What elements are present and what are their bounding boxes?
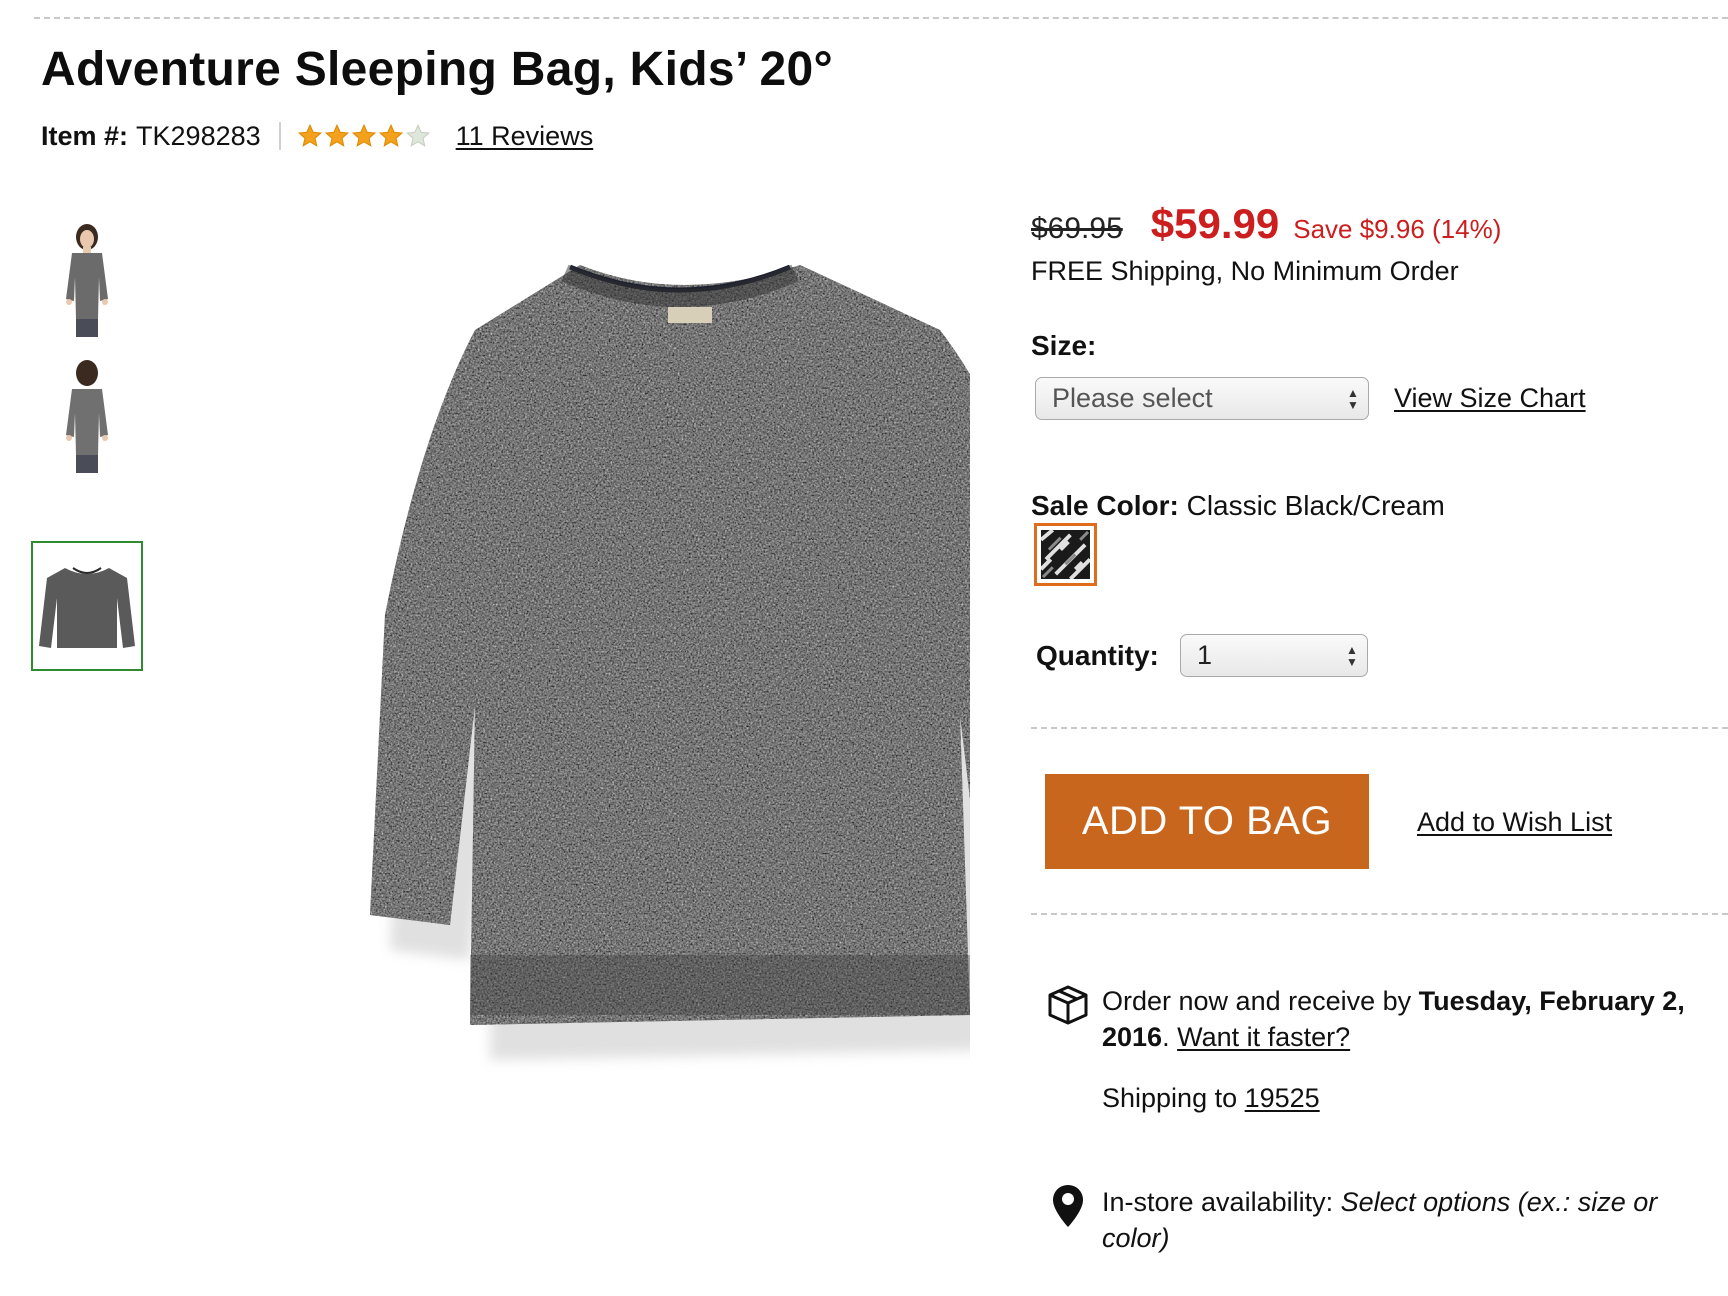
- reviews-link[interactable]: 11 Reviews: [456, 121, 594, 152]
- price-row: $69.95 $59.99 Save $9.96 (14%): [1031, 200, 1501, 248]
- sale-color-label: Sale Color:: [1031, 490, 1179, 521]
- package-box-icon: [1048, 985, 1088, 1025]
- star-filled-icon: [324, 123, 349, 147]
- swatch-pattern-image: [1041, 530, 1090, 579]
- shipping-to-label: Shipping to: [1102, 1083, 1245, 1113]
- divider-line: [1031, 727, 1728, 729]
- divider-line: [1031, 913, 1728, 915]
- select-arrows-icon: ▲ ▼: [1346, 642, 1358, 669]
- select-arrows-icon: ▲ ▼: [1347, 385, 1359, 412]
- sale-color-value: Classic Black/Cream: [1186, 490, 1445, 521]
- model-front-image: [66, 224, 108, 337]
- in-store-availability: In-store availability: Select options (e…: [1102, 1184, 1722, 1256]
- model-back-image: [66, 360, 108, 473]
- savings-text: Save $9.96 (14%): [1293, 214, 1502, 244]
- product-title: Adventure Sleeping Bag, Kids’ 20°: [41, 43, 833, 96]
- size-select[interactable]: Please select ▲ ▼: [1035, 377, 1369, 420]
- thumbnail-flat-sweater[interactable]: [31, 541, 143, 671]
- thumbnail-front-view[interactable]: [31, 214, 143, 346]
- star-rating[interactable]: [297, 123, 432, 149]
- location-pin-icon: [1053, 1185, 1083, 1227]
- delivery-prefix: Order now and receive by: [1102, 986, 1419, 1016]
- star-empty-icon: [405, 123, 430, 147]
- item-number-label: Item #:: [41, 120, 129, 151]
- size-select-value: Please select: [1052, 383, 1213, 413]
- star-filled-icon: [297, 123, 322, 147]
- quantity-select-value: 1: [1197, 640, 1213, 670]
- sweater-image: [370, 264, 1090, 1060]
- top-divider: [34, 17, 1728, 19]
- delivery-suffix: .: [1162, 1022, 1178, 1052]
- want-it-faster-link[interactable]: Want it faster?: [1177, 1022, 1350, 1052]
- shipping-to: Shipping to 19525: [1102, 1083, 1320, 1114]
- item-number: TK298283: [136, 120, 261, 151]
- original-price: $69.95: [1031, 212, 1123, 245]
- delivery-text: Order now and receive by Tuesday, Februa…: [1102, 983, 1722, 1055]
- sale-color-row: Sale Color: Classic Black/Cream: [1031, 490, 1445, 522]
- sweater-thumb-image: [39, 567, 135, 648]
- thumbnail-back-view[interactable]: [31, 350, 143, 482]
- product-meta-row: Item #: TK298283 11 Reviews: [41, 118, 593, 154]
- meta-divider: [278, 122, 281, 150]
- zip-code-link[interactable]: 19525: [1245, 1083, 1320, 1113]
- add-to-wish-list-link[interactable]: Add to Wish List: [1417, 807, 1612, 838]
- free-shipping-text: FREE Shipping, No Minimum Order: [1031, 256, 1459, 286]
- star-filled-icon: [351, 123, 376, 147]
- quantity-select[interactable]: 1 ▲ ▼: [1180, 634, 1368, 677]
- quantity-label: Quantity:: [1036, 640, 1159, 671]
- in-store-label: In-store availability:: [1102, 1187, 1341, 1217]
- main-product-image[interactable]: [190, 255, 1090, 1155]
- view-size-chart-link[interactable]: View Size Chart: [1394, 383, 1586, 414]
- sale-price: $59.99: [1150, 200, 1280, 247]
- color-swatch-classic-black-cream[interactable]: [1034, 523, 1097, 586]
- size-label: Size:: [1031, 330, 1097, 361]
- add-to-bag-button[interactable]: ADD TO BAG: [1045, 774, 1369, 869]
- star-filled-icon: [378, 123, 403, 147]
